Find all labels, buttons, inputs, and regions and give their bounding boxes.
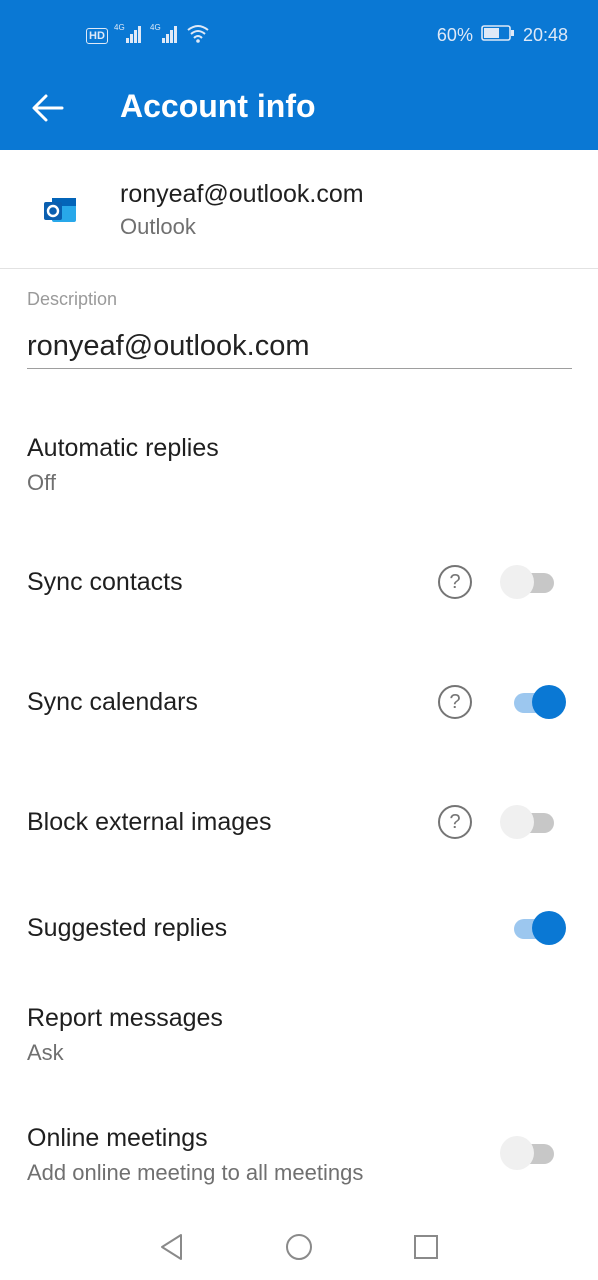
account-header: ronyeaf@outlook.com Outlook xyxy=(0,150,598,269)
sync-contacts-title: Sync contacts xyxy=(27,568,183,596)
description-input[interactable] xyxy=(27,324,572,369)
help-icon[interactable]: ? xyxy=(438,805,472,839)
automatic-replies-row[interactable]: Automatic replies Off xyxy=(0,420,598,520)
account-type: Outlook xyxy=(120,214,196,239)
recents-square-icon[interactable] xyxy=(411,1232,441,1262)
automatic-replies-value: Off xyxy=(27,470,56,495)
help-icon[interactable]: ? xyxy=(438,565,472,599)
home-circle-icon[interactable] xyxy=(284,1232,314,1262)
account-email: ronyeaf@outlook.com xyxy=(120,180,364,208)
battery-icon xyxy=(481,24,515,47)
online-meetings-subtitle: Add online meeting to all meetings xyxy=(27,1160,364,1185)
suggested-replies-toggle[interactable] xyxy=(508,910,566,946)
back-button[interactable] xyxy=(28,88,68,128)
report-messages-title: Report messages xyxy=(27,1004,223,1032)
page-title: Account info xyxy=(120,88,316,124)
status-icons-right: 60% 20:48 xyxy=(437,24,568,47)
outlook-logo-icon xyxy=(42,194,78,226)
system-nav-bar xyxy=(0,1212,598,1280)
network-label: 4G xyxy=(114,23,125,32)
help-icon[interactable]: ? xyxy=(438,685,472,719)
online-meetings-row: Online meetings Add online meeting to al… xyxy=(0,1110,598,1200)
back-triangle-icon[interactable] xyxy=(157,1232,187,1262)
sync-calendars-row: Sync calendars ? xyxy=(0,670,598,734)
suggested-replies-row: Suggested replies xyxy=(0,898,598,962)
suggested-replies-title: Suggested replies xyxy=(27,914,228,942)
signal-4g-icon: 4G xyxy=(150,22,180,49)
toggle-thumb xyxy=(500,805,534,839)
status-bar: HD 4G 4G 60% 20:48 xyxy=(0,0,598,70)
block-external-images-toggle[interactable] xyxy=(500,804,556,840)
signal-4g-icon: 4G xyxy=(114,22,144,49)
description-label: Description xyxy=(27,289,118,309)
sync-contacts-toggle[interactable] xyxy=(500,564,556,600)
network-label: 4G xyxy=(150,23,161,32)
toggle-thumb xyxy=(532,685,566,719)
online-meetings-title: Online meetings xyxy=(27,1124,208,1152)
sync-calendars-toggle[interactable] xyxy=(508,684,566,720)
app-toolbar: Account info xyxy=(0,70,598,150)
block-external-images-title: Block external images xyxy=(27,808,272,836)
automatic-replies-title: Automatic replies xyxy=(27,434,219,462)
toggle-thumb xyxy=(500,565,534,599)
toggle-thumb xyxy=(532,911,566,945)
toggle-thumb xyxy=(500,1136,534,1170)
arrow-left-icon xyxy=(32,94,64,122)
block-external-images-row: Block external images ? xyxy=(0,790,598,854)
status-icons-left: HD 4G 4G xyxy=(86,22,210,49)
sync-calendars-title: Sync calendars xyxy=(27,688,198,716)
sync-contacts-row: Sync contacts ? xyxy=(0,550,598,614)
clock: 20:48 xyxy=(522,25,568,45)
report-messages-value: Ask xyxy=(27,1040,64,1065)
battery-percent: 60% xyxy=(436,25,473,45)
report-messages-row[interactable]: Report messages Ask xyxy=(0,990,598,1080)
hd-icon: HD xyxy=(86,27,108,44)
online-meetings-toggle[interactable] xyxy=(500,1135,556,1171)
wifi-icon xyxy=(186,23,210,48)
